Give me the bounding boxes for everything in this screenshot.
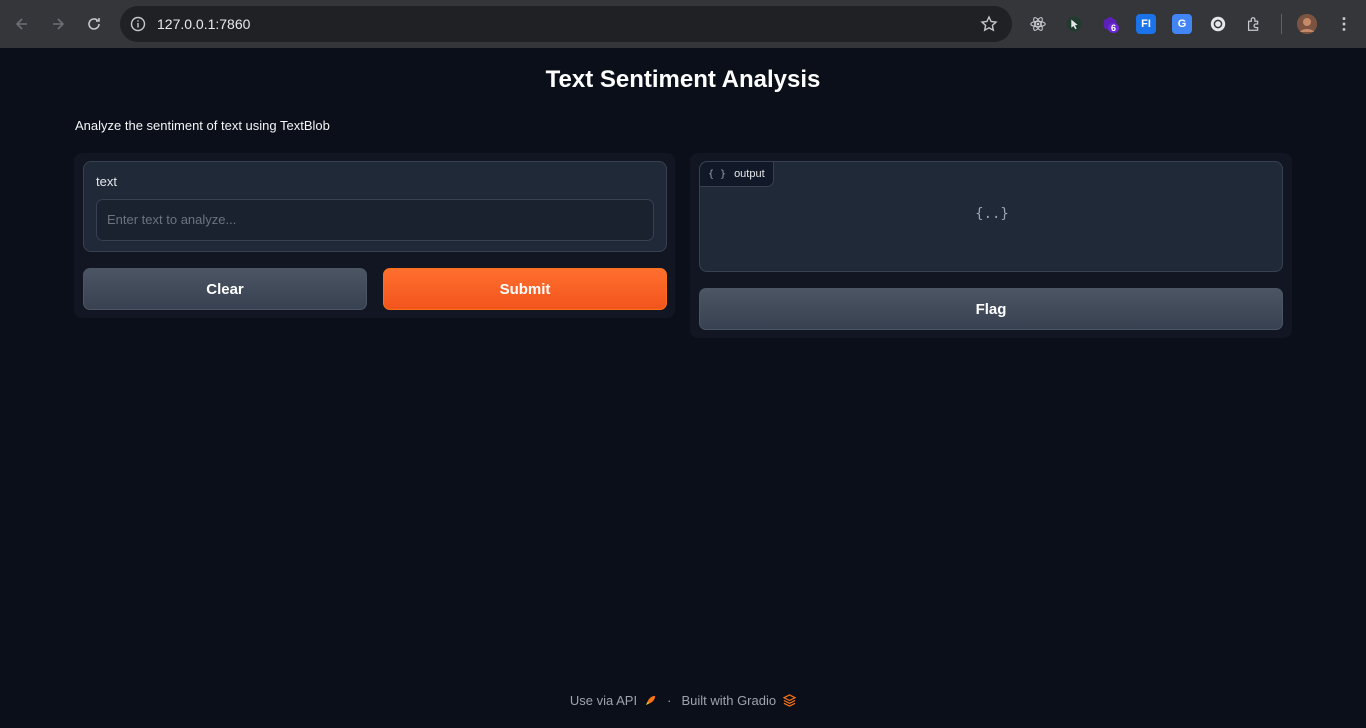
url-text[interactable]: 127.0.0.1:7860 (157, 16, 250, 32)
openai-extension-icon[interactable] (1208, 14, 1228, 34)
profile-avatar[interactable] (1297, 14, 1317, 34)
extensions-puzzle-icon[interactable] (1244, 14, 1264, 34)
extension-badge: 6 (1108, 23, 1120, 33)
output-block: { } output {..} (699, 161, 1283, 272)
fi-extension-icon[interactable]: FI (1136, 14, 1156, 34)
built-with-gradio-link[interactable]: Built with Gradio (681, 693, 776, 708)
forward-icon[interactable] (40, 6, 76, 42)
browser-toolbar: 127.0.0.1:7860 6 FI G (0, 0, 1366, 48)
browser-menu-icon[interactable] (1334, 14, 1354, 34)
bookmark-star-icon[interactable] (980, 15, 998, 33)
output-label: { } output (700, 162, 774, 187)
footer: Use via API · Built with Gradio (0, 693, 1366, 708)
output-label-text: output (734, 168, 765, 180)
address-bar[interactable]: 127.0.0.1:7860 (120, 6, 1012, 42)
submit-button[interactable]: Submit (383, 268, 667, 310)
site-info-icon[interactable] (130, 16, 146, 32)
gradio-logo-icon (782, 694, 796, 708)
google-translate-icon[interactable]: G (1172, 14, 1192, 34)
purple-extension-icon[interactable]: 6 (1100, 14, 1120, 34)
empty-json-icon: {..} (975, 206, 1009, 222)
text-input-label: text (96, 174, 117, 189)
rocket-icon (643, 694, 657, 708)
cursor-extension-icon[interactable] (1064, 14, 1084, 34)
use-via-api-link[interactable]: Use via API (570, 693, 637, 708)
reload-icon[interactable] (76, 6, 112, 42)
clear-button[interactable]: Clear (83, 268, 367, 310)
footer-separator: · (667, 693, 672, 708)
json-icon: { } (708, 168, 727, 180)
page-description: Analyze the sentiment of text using Text… (75, 118, 330, 133)
text-input-block: text (83, 161, 667, 252)
back-icon[interactable] (4, 6, 40, 42)
flag-button[interactable]: Flag (699, 288, 1283, 330)
page-title: Text Sentiment Analysis (545, 66, 821, 93)
text-input[interactable] (96, 199, 654, 241)
react-devtools-icon[interactable] (1028, 14, 1048, 34)
toolbar-divider (1281, 14, 1282, 34)
